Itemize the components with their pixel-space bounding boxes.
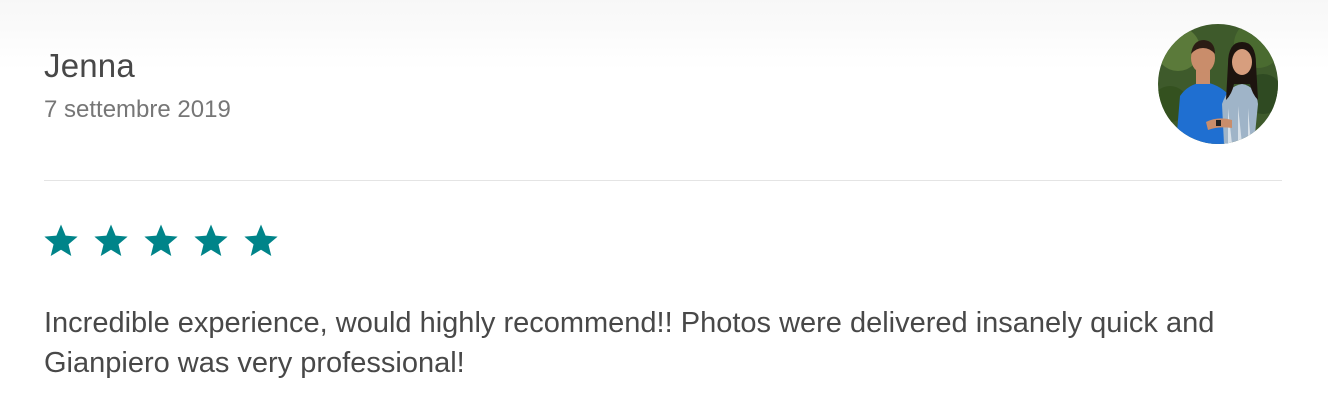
divider — [44, 180, 1282, 181]
review-card: Jenna 7 settembre 2019 Incredible experi… — [0, 0, 1328, 418]
review-text: Incredible experience, would highly reco… — [44, 307, 1215, 379]
star-rating — [42, 222, 280, 260]
star-icon — [94, 224, 128, 257]
avatar[interactable] — [1158, 24, 1278, 144]
star-icon — [244, 224, 278, 257]
star-icon — [144, 224, 178, 257]
star-icon — [44, 224, 78, 257]
avatar-photo — [1158, 24, 1278, 144]
star-icon — [194, 224, 228, 257]
review-date: 7 settembre 2019 — [44, 96, 231, 123]
reviewer-name: Jenna — [44, 47, 135, 84]
